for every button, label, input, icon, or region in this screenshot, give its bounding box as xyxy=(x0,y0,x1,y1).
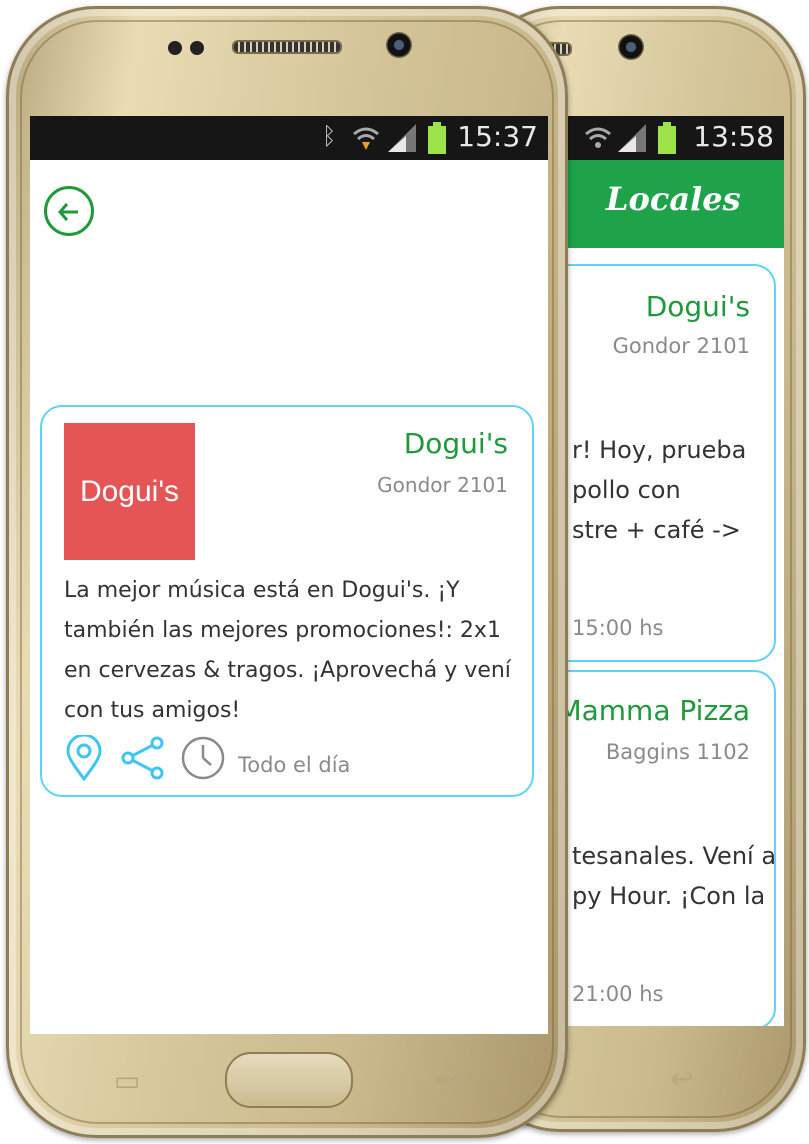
speaker-grille xyxy=(232,40,342,54)
camera xyxy=(618,34,644,60)
status-bar: 13:58 xyxy=(566,116,784,160)
venue-logo: Dogui's xyxy=(64,423,195,560)
wifi-icon xyxy=(352,124,380,159)
header-title: Locales xyxy=(606,180,741,218)
venue-desc-line: r! Hoy, prueba xyxy=(572,436,747,464)
status-bar: ᛒ 15:37 xyxy=(30,116,548,160)
home-button[interactable] xyxy=(225,1052,353,1108)
back-button[interactable] xyxy=(44,186,94,236)
status-time: 15:37 xyxy=(457,120,538,153)
venue-hours: 15:00 hs xyxy=(572,616,664,640)
venue-name: Dogui's xyxy=(645,290,750,323)
venue-card[interactable]: Mamma Pizza Baggins 1102 tesanales. Vení… xyxy=(566,670,776,1026)
wifi-icon xyxy=(584,124,612,159)
sensor-dots xyxy=(168,40,212,59)
back-nav-icon[interactable]: ↩ xyxy=(670,1062,693,1095)
battery-icon xyxy=(658,122,676,154)
clock-icon xyxy=(181,736,225,780)
back-nav-icon[interactable]: ↩ xyxy=(434,1062,457,1095)
location-pin-icon[interactable] xyxy=(64,735,104,781)
venue-desc-line: tesanales. Vení a xyxy=(572,842,777,870)
share-icon[interactable] xyxy=(120,735,166,781)
bluetooth-icon: ᛒ xyxy=(322,122,337,150)
venue-name: Dogui's xyxy=(403,427,508,460)
signal-icon xyxy=(618,124,648,159)
screen-locales: 13:58 Locales Dogui's Gondor 2101 r! Hoy… xyxy=(566,116,784,1026)
venue-desc-line: pollo con xyxy=(572,476,681,504)
venue-card: Dogui's Dogui's Gondor 2101 La mejor mús… xyxy=(40,405,534,797)
recent-apps-icon[interactable]: ▭ xyxy=(114,1064,140,1097)
venue-description: La mejor música está en Dogui's. ¡Y tamb… xyxy=(64,578,511,723)
venue-card[interactable]: Dogui's Gondor 2101 r! Hoy, prueba pollo… xyxy=(566,264,776,662)
venue-address: Baggins 1102 xyxy=(605,740,750,764)
venue-hours: 21:00 hs xyxy=(572,982,664,1006)
signal-icon xyxy=(388,124,418,159)
venue-desc-line: stre + café -> xyxy=(572,516,741,544)
venue-hours: Todo el día xyxy=(238,753,351,777)
app-header: Locales xyxy=(566,160,784,248)
venue-desc-line: py Hour. ¡Con la xyxy=(572,882,766,910)
screen-venue-detail: ᛒ 15:37 Dogui's Dogui's Gondor 2101 La m… xyxy=(30,116,548,1034)
back-arrow-icon xyxy=(56,194,82,227)
status-time: 13:58 xyxy=(693,120,774,153)
phone-front: ᛒ 15:37 Dogui's Dogui's Gondor 2101 La m… xyxy=(6,6,568,1138)
venue-name: Mamma Pizza xyxy=(566,694,750,727)
camera xyxy=(386,32,412,58)
venue-address: Gondor 2101 xyxy=(612,334,750,358)
battery-icon xyxy=(428,122,446,154)
venue-address: Gondor 2101 xyxy=(377,473,508,497)
logo-text: Dogui's xyxy=(79,474,180,508)
